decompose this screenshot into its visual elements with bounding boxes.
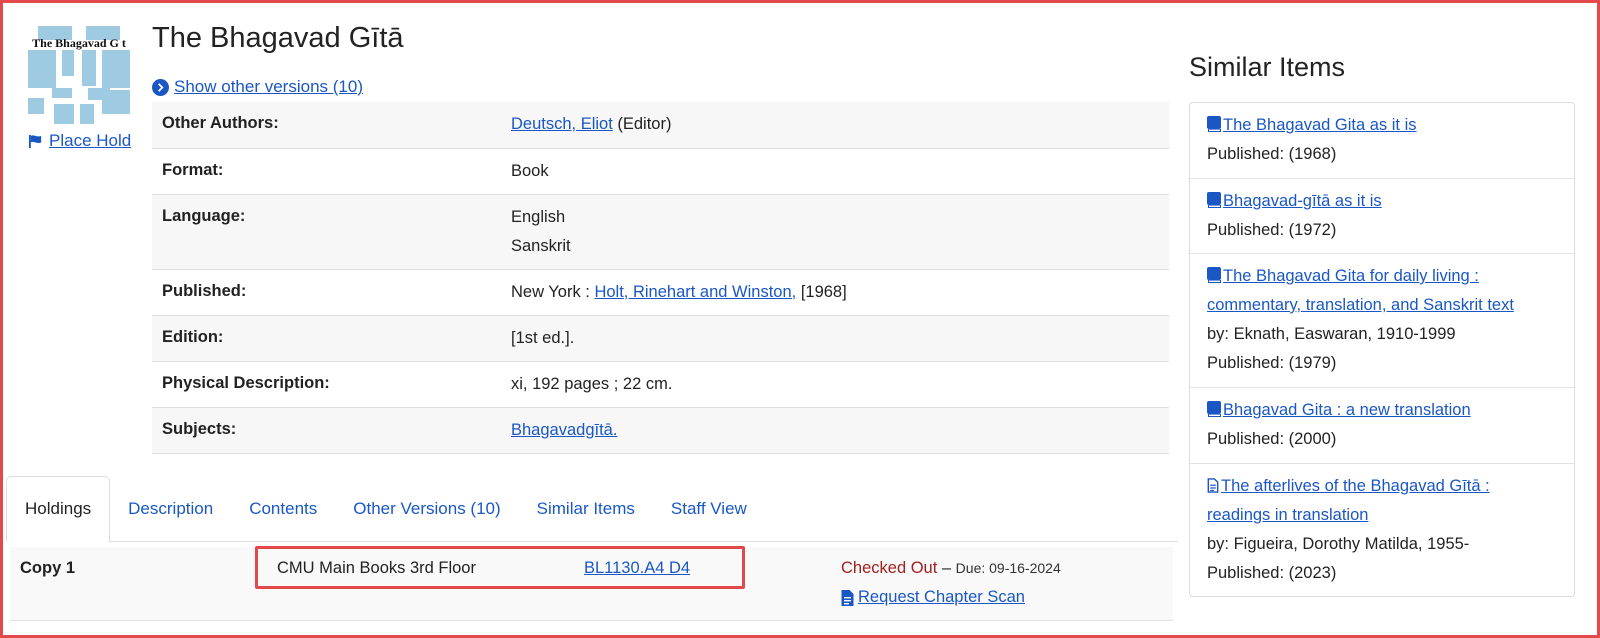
place-hold-label: Place Hold — [49, 131, 132, 150]
similar-item-published: Published: (1968) — [1207, 145, 1337, 163]
copy-label: Copy 1 — [20, 559, 76, 577]
place-hold-link[interactable]: Place Hold — [28, 131, 131, 151]
detail-row-language: Language: English Sanskrit — [152, 194, 1169, 270]
similar-item-link[interactable]: The afterlives of the Bhagavad Gītā : re… — [1207, 477, 1490, 524]
similar-item: The Bhagavad Gita as it is Published: (1… — [1190, 103, 1574, 179]
similar-item: The afterlives of the Bhagavad Gītā : re… — [1190, 464, 1574, 596]
detail-label: Format: — [152, 148, 501, 195]
file-icon — [841, 589, 854, 606]
holdings-row: Copy 1 CMU Main Books 3rd Floor BL1130.A… — [10, 546, 1173, 621]
book-icon — [1207, 401, 1221, 417]
cover-title-text: The Bhagavad G t — [32, 36, 126, 50]
detail-value: Book — [501, 148, 1169, 195]
file-text-icon — [1207, 478, 1219, 493]
similar-item-published: Published: (2023) — [1207, 564, 1337, 582]
book-icon — [1207, 267, 1221, 283]
request-chapter-scan-label: Request Chapter Scan — [858, 588, 1025, 606]
flag-icon — [28, 134, 42, 148]
publish-year: [1968] — [796, 282, 847, 301]
tab-similar-items[interactable]: Similar Items — [519, 476, 653, 542]
holding-status: Checked Out – Due: 09-16-2024 — [841, 559, 1061, 578]
similar-items-list: The Bhagavad Gita as it is Published: (1… — [1189, 102, 1575, 597]
detail-label: Language: — [152, 194, 501, 270]
similar-item-author: by: Figueira, Dorothy Matilda, 1955- — [1207, 535, 1470, 553]
detail-row-physical-description: Physical Description: xi, 192 pages ; 22… — [152, 361, 1169, 408]
tab-staff-view[interactable]: Staff View — [653, 476, 765, 542]
detail-label: Other Authors: — [152, 102, 501, 149]
book-icon — [1207, 192, 1221, 208]
detail-value: New York : Holt, Rinehart and Winston, [… — [501, 269, 1169, 316]
status-dash: – — [937, 559, 956, 577]
show-other-versions-label: Show other versions (10) — [174, 77, 363, 96]
book-icon — [1207, 116, 1221, 132]
status-checked-out: Checked Out — [841, 559, 938, 577]
chevron-right-circle-icon — [152, 78, 169, 96]
detail-row-edition: Edition: [1st ed.]. — [152, 315, 1169, 362]
detail-row-format: Format: Book — [152, 148, 1169, 195]
tab-other-versions[interactable]: Other Versions (10) — [335, 476, 518, 542]
similar-item: The Bhagavad Gita for daily living : com… — [1190, 254, 1574, 388]
due-date: Due: 09-16-2024 — [955, 560, 1061, 576]
show-other-versions-link[interactable]: Show other versions (10) — [152, 77, 363, 97]
detail-value: English Sanskrit — [501, 194, 1169, 270]
tab-holdings[interactable]: Holdings — [6, 476, 111, 542]
subject-link[interactable]: Bhagavadgītā. — [511, 421, 617, 439]
record-tabs: Holdings Description Contents Other Vers… — [6, 476, 1178, 542]
detail-value: [1st ed.]. — [501, 315, 1169, 362]
detail-row-other-authors: Other Authors: Deutsch, Eliot (Editor) — [152, 102, 1169, 149]
holding-location: CMU Main Books 3rd Floor — [277, 559, 476, 577]
language-line: Sanskrit — [511, 236, 571, 255]
similar-item-published: Published: (1972) — [1207, 221, 1337, 239]
detail-label: Published: — [152, 269, 501, 316]
similar-item-link[interactable]: The Bhagavad Gita for daily living : com… — [1207, 267, 1514, 314]
similar-item-author: by: Eknath, Easwaran, 1910-1999 — [1207, 325, 1456, 343]
similar-item-link[interactable]: The Bhagavad Gita as it is — [1223, 116, 1417, 134]
page-title: The Bhagavad Gītā — [152, 22, 404, 54]
detail-label: Subjects: — [152, 407, 501, 454]
author-link[interactable]: Deutsch, Eliot — [511, 115, 613, 133]
similar-item-link[interactable]: Bhagavad Gita : a new translation — [1223, 401, 1471, 419]
similar-item: Bhagavad Gita : a new translation Publis… — [1190, 388, 1574, 464]
request-chapter-scan-link[interactable]: Request Chapter Scan — [841, 588, 1025, 607]
similar-items-heading: Similar Items — [1189, 52, 1346, 82]
detail-label: Physical Description: — [152, 361, 501, 408]
similar-item-published: Published: (1979) — [1207, 354, 1337, 372]
record-details-table: Other Authors: Deutsch, Eliot (Editor) F… — [152, 102, 1169, 454]
tab-description[interactable]: Description — [110, 476, 231, 542]
call-number-link[interactable]: BL1130.A4 D4 — [584, 559, 690, 578]
publisher-link[interactable]: Holt, Rinehart and Winston, — [594, 283, 796, 301]
cover-image: The Bhagavad G t — [28, 26, 130, 124]
author-role: (Editor) — [612, 115, 672, 133]
detail-value: xi, 192 pages ; 22 cm. — [501, 361, 1169, 408]
detail-value: Deutsch, Eliot (Editor) — [501, 102, 1169, 149]
detail-row-published: Published: New York : Holt, Rinehart and… — [152, 269, 1169, 316]
detail-label: Edition: — [152, 315, 501, 362]
similar-item-published: Published: (2000) — [1207, 430, 1337, 448]
publish-place: New York : — [511, 282, 595, 301]
similar-item-link[interactable]: Bhagavad-gītā as it is — [1223, 192, 1382, 210]
detail-row-subjects: Subjects: Bhagavadgītā. — [152, 407, 1169, 454]
similar-item: Bhagavad-gītā as it is Published: (1972) — [1190, 179, 1574, 254]
language-line: English — [511, 207, 566, 226]
detail-value: Bhagavadgītā. — [501, 407, 1169, 454]
tab-contents[interactable]: Contents — [231, 476, 335, 542]
